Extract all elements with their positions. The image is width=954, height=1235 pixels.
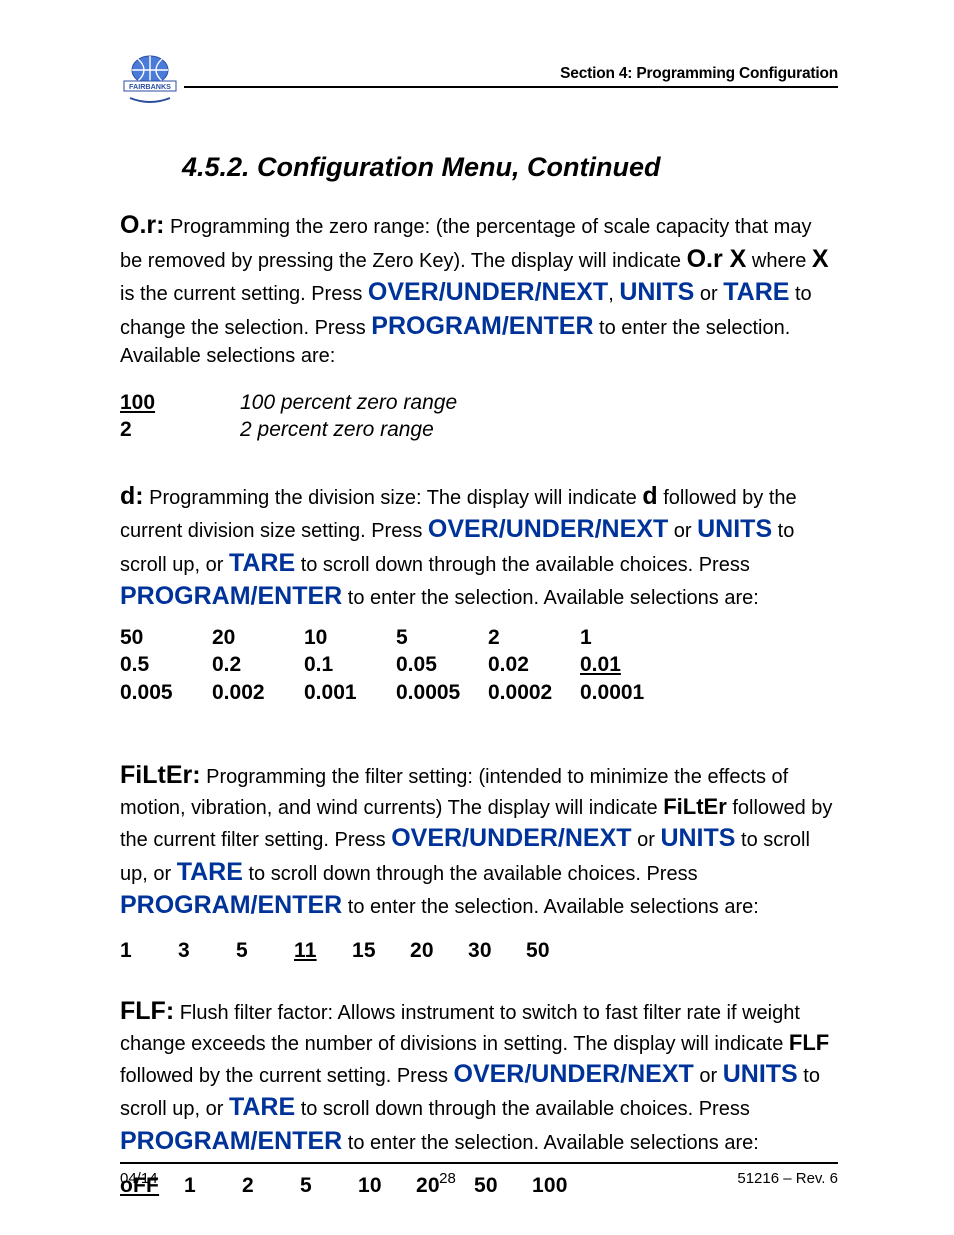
text: is the current setting. Press — [120, 283, 368, 305]
filter-option: 50 — [526, 937, 584, 965]
text: to enter the selection. Available select… — [342, 587, 759, 609]
d-option: 2 — [488, 624, 580, 652]
tare-key: TARE — [177, 858, 243, 886]
section-header: Section 4: Programming Configuration — [184, 65, 838, 88]
footer-date: 04/14 — [120, 1170, 158, 1187]
d-option: 5 — [396, 624, 488, 652]
text: Flush filter factor: Allows instrument t… — [120, 1002, 800, 1056]
tare-key: TARE — [723, 278, 789, 306]
fairbanks-logo: FAIRBANKS — [120, 54, 180, 106]
d-grid-row: 502010521 — [120, 624, 838, 652]
page: FAIRBANKS Section 4: Programming Configu… — [0, 0, 954, 1235]
filter-option: 30 — [468, 937, 526, 965]
footer-page-number: 28 — [439, 1170, 456, 1187]
d-option: 0.001 — [304, 679, 396, 707]
body-content: O.r: Programming the zero range: (the pe… — [120, 209, 838, 1201]
d-option: 0.0001 — [580, 679, 672, 707]
or-option-row: 100 100 percent zero range — [120, 390, 838, 417]
units-key: UNITS — [697, 515, 772, 543]
d-option: 0.02 — [488, 651, 580, 679]
tare-key: TARE — [229, 1093, 295, 1121]
header-bar: FAIRBANKS Section 4: Programming Configu… — [120, 54, 838, 106]
filter-option: 11 — [294, 937, 352, 965]
text: followed by the current setting. Press — [120, 1065, 454, 1087]
text: , — [608, 283, 619, 305]
or-option-2-desc: 2 percent zero range — [240, 417, 434, 444]
program-enter-key: PROGRAM/ENTER — [120, 1127, 342, 1155]
d-grid-row: 0.50.20.10.050.020.01 — [120, 651, 838, 679]
program-enter-key: PROGRAM/ENTER — [120, 891, 342, 919]
or-option-100: 100 — [120, 390, 240, 417]
d-options-grid: 5020105210.50.20.10.050.020.010.0050.002… — [120, 624, 838, 707]
d-option: 0.5 — [120, 651, 212, 679]
text: to scroll down through the available cho… — [295, 1098, 750, 1120]
text: to scroll down through the available cho… — [295, 554, 750, 576]
d-lead: d: — [120, 482, 144, 510]
d-grid-row: 0.0050.0020.0010.00050.00020.0001 — [120, 679, 838, 707]
d-option: 0.01 — [580, 651, 672, 679]
text: or — [694, 1065, 723, 1087]
over-under-next-key: OVER/UNDER/NEXT — [428, 515, 668, 543]
flf-lead: FLF: — [120, 997, 174, 1025]
page-title: 4.5.2. Configuration Menu, Continued — [182, 152, 838, 183]
filter-option: 20 — [410, 937, 468, 965]
filter-lead: FiLtEr: — [120, 761, 201, 789]
d-option: 20 — [212, 624, 304, 652]
footer-rev: 51216 – Rev. 6 — [737, 1170, 838, 1187]
or-option-100-desc: 100 percent zero range — [240, 390, 457, 417]
text: to enter the selection. Available select… — [342, 896, 759, 918]
over-under-next-key: OVER/UNDER/NEXT — [391, 824, 631, 852]
d-option: 50 — [120, 624, 212, 652]
d-option: 0.2 — [212, 651, 304, 679]
flf-paragraph: FLF: Flush filter factor: Allows instrum… — [120, 995, 838, 1159]
d-paragraph: d: Programming the division size: The di… — [120, 480, 838, 614]
tare-key: TARE — [229, 549, 295, 577]
text: or — [632, 829, 661, 851]
text: or — [668, 520, 697, 542]
d-option: 0.0005 — [396, 679, 488, 707]
text: to enter the selection. Available select… — [342, 1132, 759, 1154]
units-key: UNITS — [723, 1060, 798, 1088]
filter-options-row: 1351115203050 — [120, 937, 838, 965]
filter-option: 1 — [120, 937, 178, 965]
d-option: 0.1 — [304, 651, 396, 679]
program-enter-key: PROGRAM/ENTER — [371, 312, 593, 340]
footer: 04/14 28 51216 – Rev. 6 — [120, 1162, 838, 1187]
text: to scroll down through the available cho… — [243, 863, 698, 885]
or-x: O.r X — [687, 245, 747, 273]
units-key: UNITS — [619, 278, 694, 306]
x-var: X — [812, 245, 829, 273]
text: Programming the division size: The displ… — [144, 487, 643, 509]
d-option: 0.05 — [396, 651, 488, 679]
logo-text: FAIRBANKS — [129, 82, 171, 91]
or-lead: O.r: — [120, 211, 164, 239]
filter-option: 15 — [352, 937, 410, 965]
over-under-next-key: OVER/UNDER/NEXT — [454, 1060, 694, 1088]
filter-option: 5 — [236, 937, 294, 965]
or-paragraph: O.r: Programming the zero range: (the pe… — [120, 209, 838, 370]
d-option: 0.0002 — [488, 679, 580, 707]
units-key: UNITS — [660, 824, 735, 852]
or-option-row: 2 2 percent zero range — [120, 417, 838, 444]
program-enter-key: PROGRAM/ENTER — [120, 582, 342, 610]
over-under-next-key: OVER/UNDER/NEXT — [368, 278, 608, 306]
d-word: d — [642, 482, 657, 510]
filter-paragraph: FiLtEr: Programming the filter setting: … — [120, 759, 838, 923]
d-option: 0.005 — [120, 679, 212, 707]
text: or — [694, 283, 723, 305]
filter-word: FiLtEr — [663, 794, 727, 819]
filter-option: 3 — [178, 937, 236, 965]
or-options: 100 100 percent zero range 2 2 percent z… — [120, 390, 838, 444]
text: where — [746, 250, 812, 272]
flf-word: FLF — [789, 1030, 829, 1055]
d-option: 10 — [304, 624, 396, 652]
d-option: 0.002 — [212, 679, 304, 707]
or-option-2: 2 — [120, 417, 240, 444]
d-option: 1 — [580, 624, 672, 652]
